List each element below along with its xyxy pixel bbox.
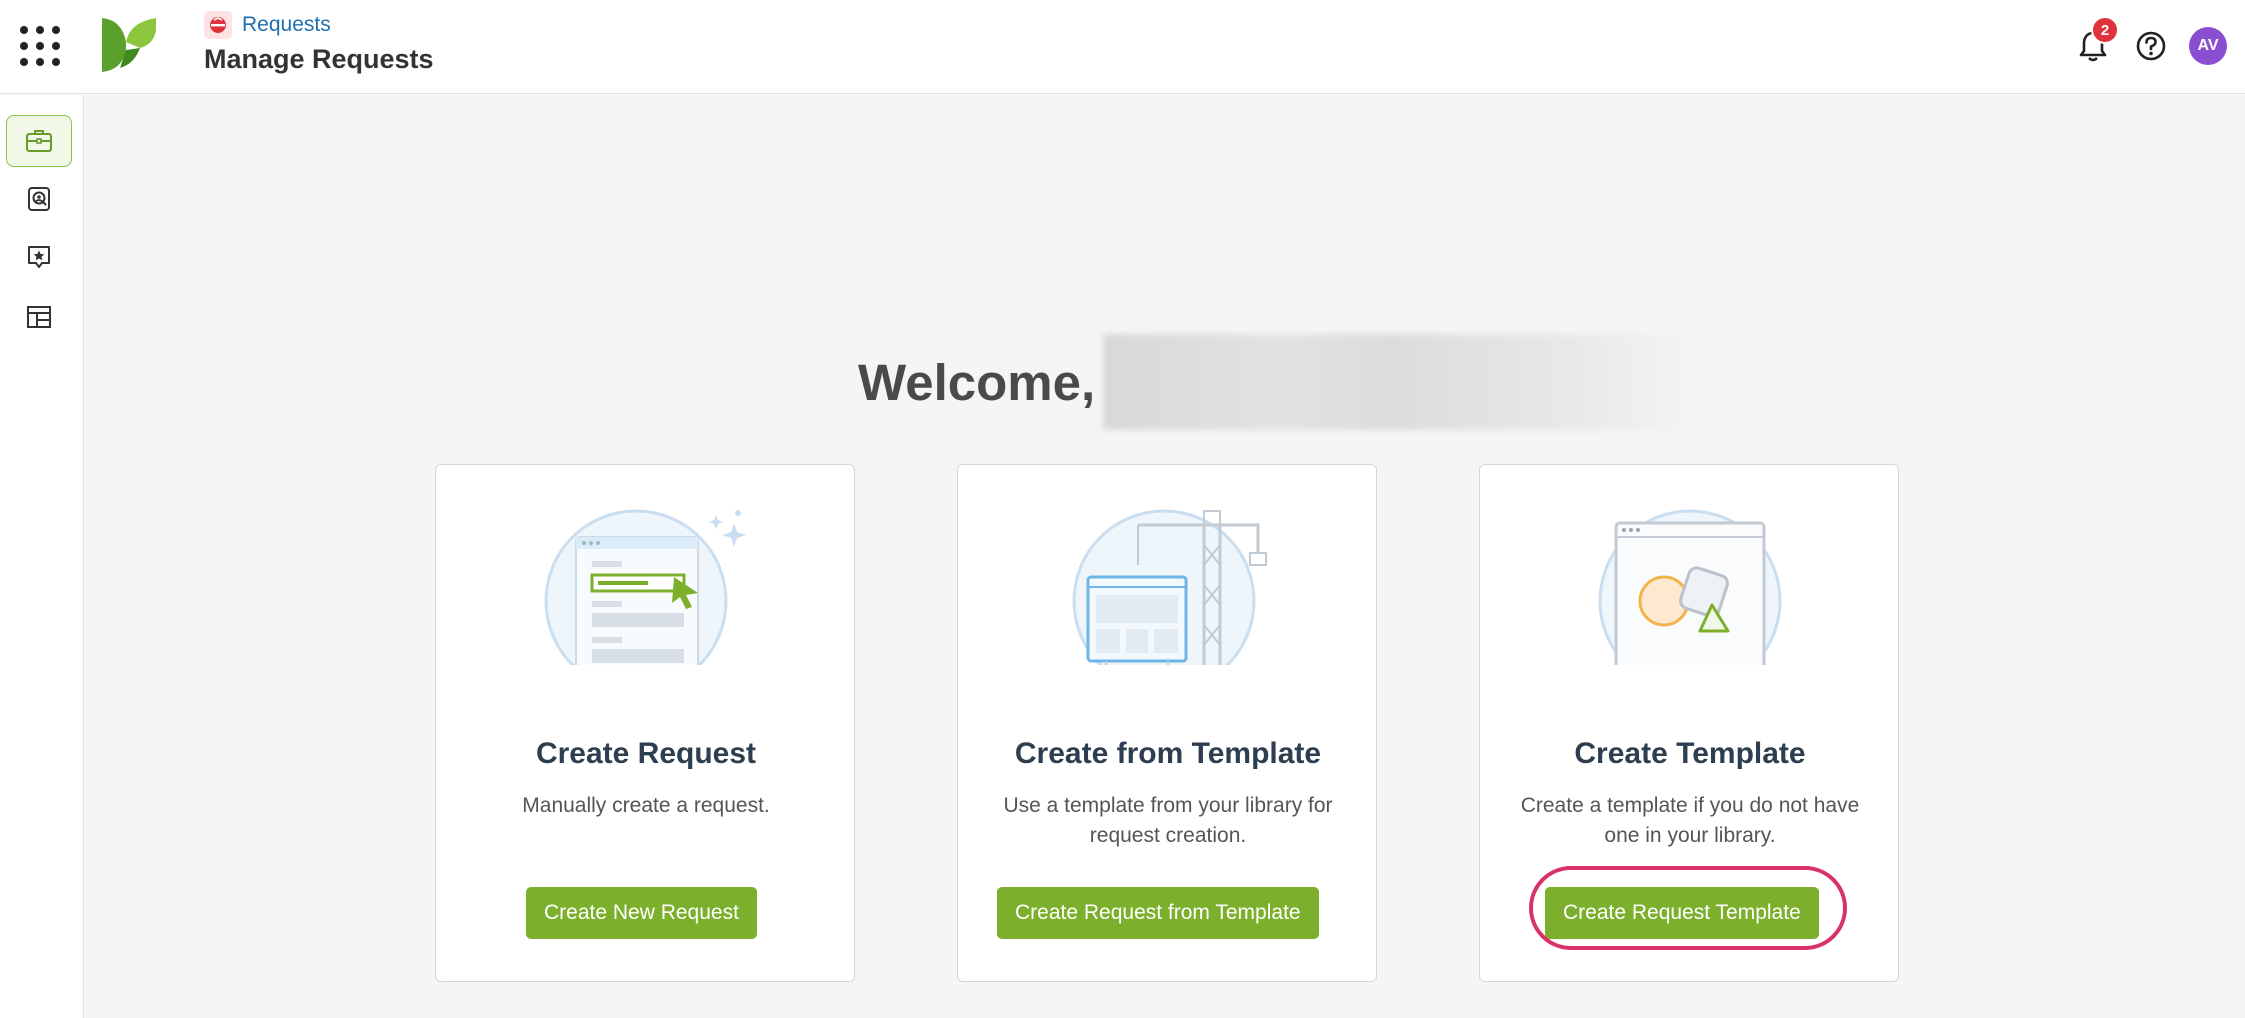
create-template-card: Create Template Create a template if you…	[1479, 464, 1899, 982]
card-description: Manually create a request.	[522, 794, 770, 817]
card-title: Create from Template	[1014, 737, 1322, 770]
help-icon	[2136, 31, 2166, 61]
card-title: Create Template	[1574, 737, 1806, 770]
create-new-request-button[interactable]: Create New Request	[526, 887, 757, 939]
notification-count-badge: 2	[2091, 16, 2119, 44]
starred-message-icon	[28, 246, 50, 268]
create-request-illustration	[544, 509, 746, 665]
welcome-text: Welcome,	[858, 353, 1096, 411]
card-description: Create a template if you do not have one…	[1520, 794, 1860, 847]
sidebar-item-requests[interactable]	[6, 115, 72, 167]
card-title: Create Request	[535, 737, 757, 770]
breadcrumb-requests-link[interactable]: Requests	[242, 13, 331, 37]
sidebar-item-favorites[interactable]	[6, 231, 72, 283]
left-sidebar	[0, 95, 84, 1018]
sidebar-item-layouts[interactable]	[6, 291, 72, 343]
top-header: Requests Manage Requests 2 AV	[0, 0, 2245, 94]
layout-icon	[27, 306, 51, 328]
brand-logo	[102, 18, 156, 72]
user-avatar[interactable]: AV	[2189, 27, 2227, 65]
page-title: Manage Requests	[204, 44, 434, 74]
contact-search-icon	[28, 187, 50, 211]
requests-app-icon	[204, 11, 232, 39]
card-description: Use a template from your library for req…	[1003, 794, 1333, 847]
create-from-template-card: Create from Template Use a template from…	[957, 464, 1377, 982]
sidebar-item-contacts[interactable]	[6, 173, 72, 225]
template-crane-illustration	[1072, 509, 1267, 665]
welcome-heading: Welcome,	[858, 334, 1684, 430]
create-request-card: Create Request Manually create a request…	[435, 464, 855, 982]
create-request-template-button[interactable]: Create Request Template	[1545, 887, 1819, 939]
breadcrumb: Requests	[204, 11, 331, 39]
help-button[interactable]	[2131, 26, 2171, 66]
create-template-illustration	[1598, 509, 1782, 665]
briefcase-icon	[26, 130, 52, 152]
notifications-button[interactable]: 2	[2073, 16, 2119, 66]
create-request-from-template-button[interactable]: Create Request from Template	[997, 887, 1319, 939]
app-launcher-icon[interactable]	[20, 26, 60, 66]
redacted-user-name	[1103, 334, 1684, 430]
header-actions: 2 AV	[2073, 16, 2227, 70]
